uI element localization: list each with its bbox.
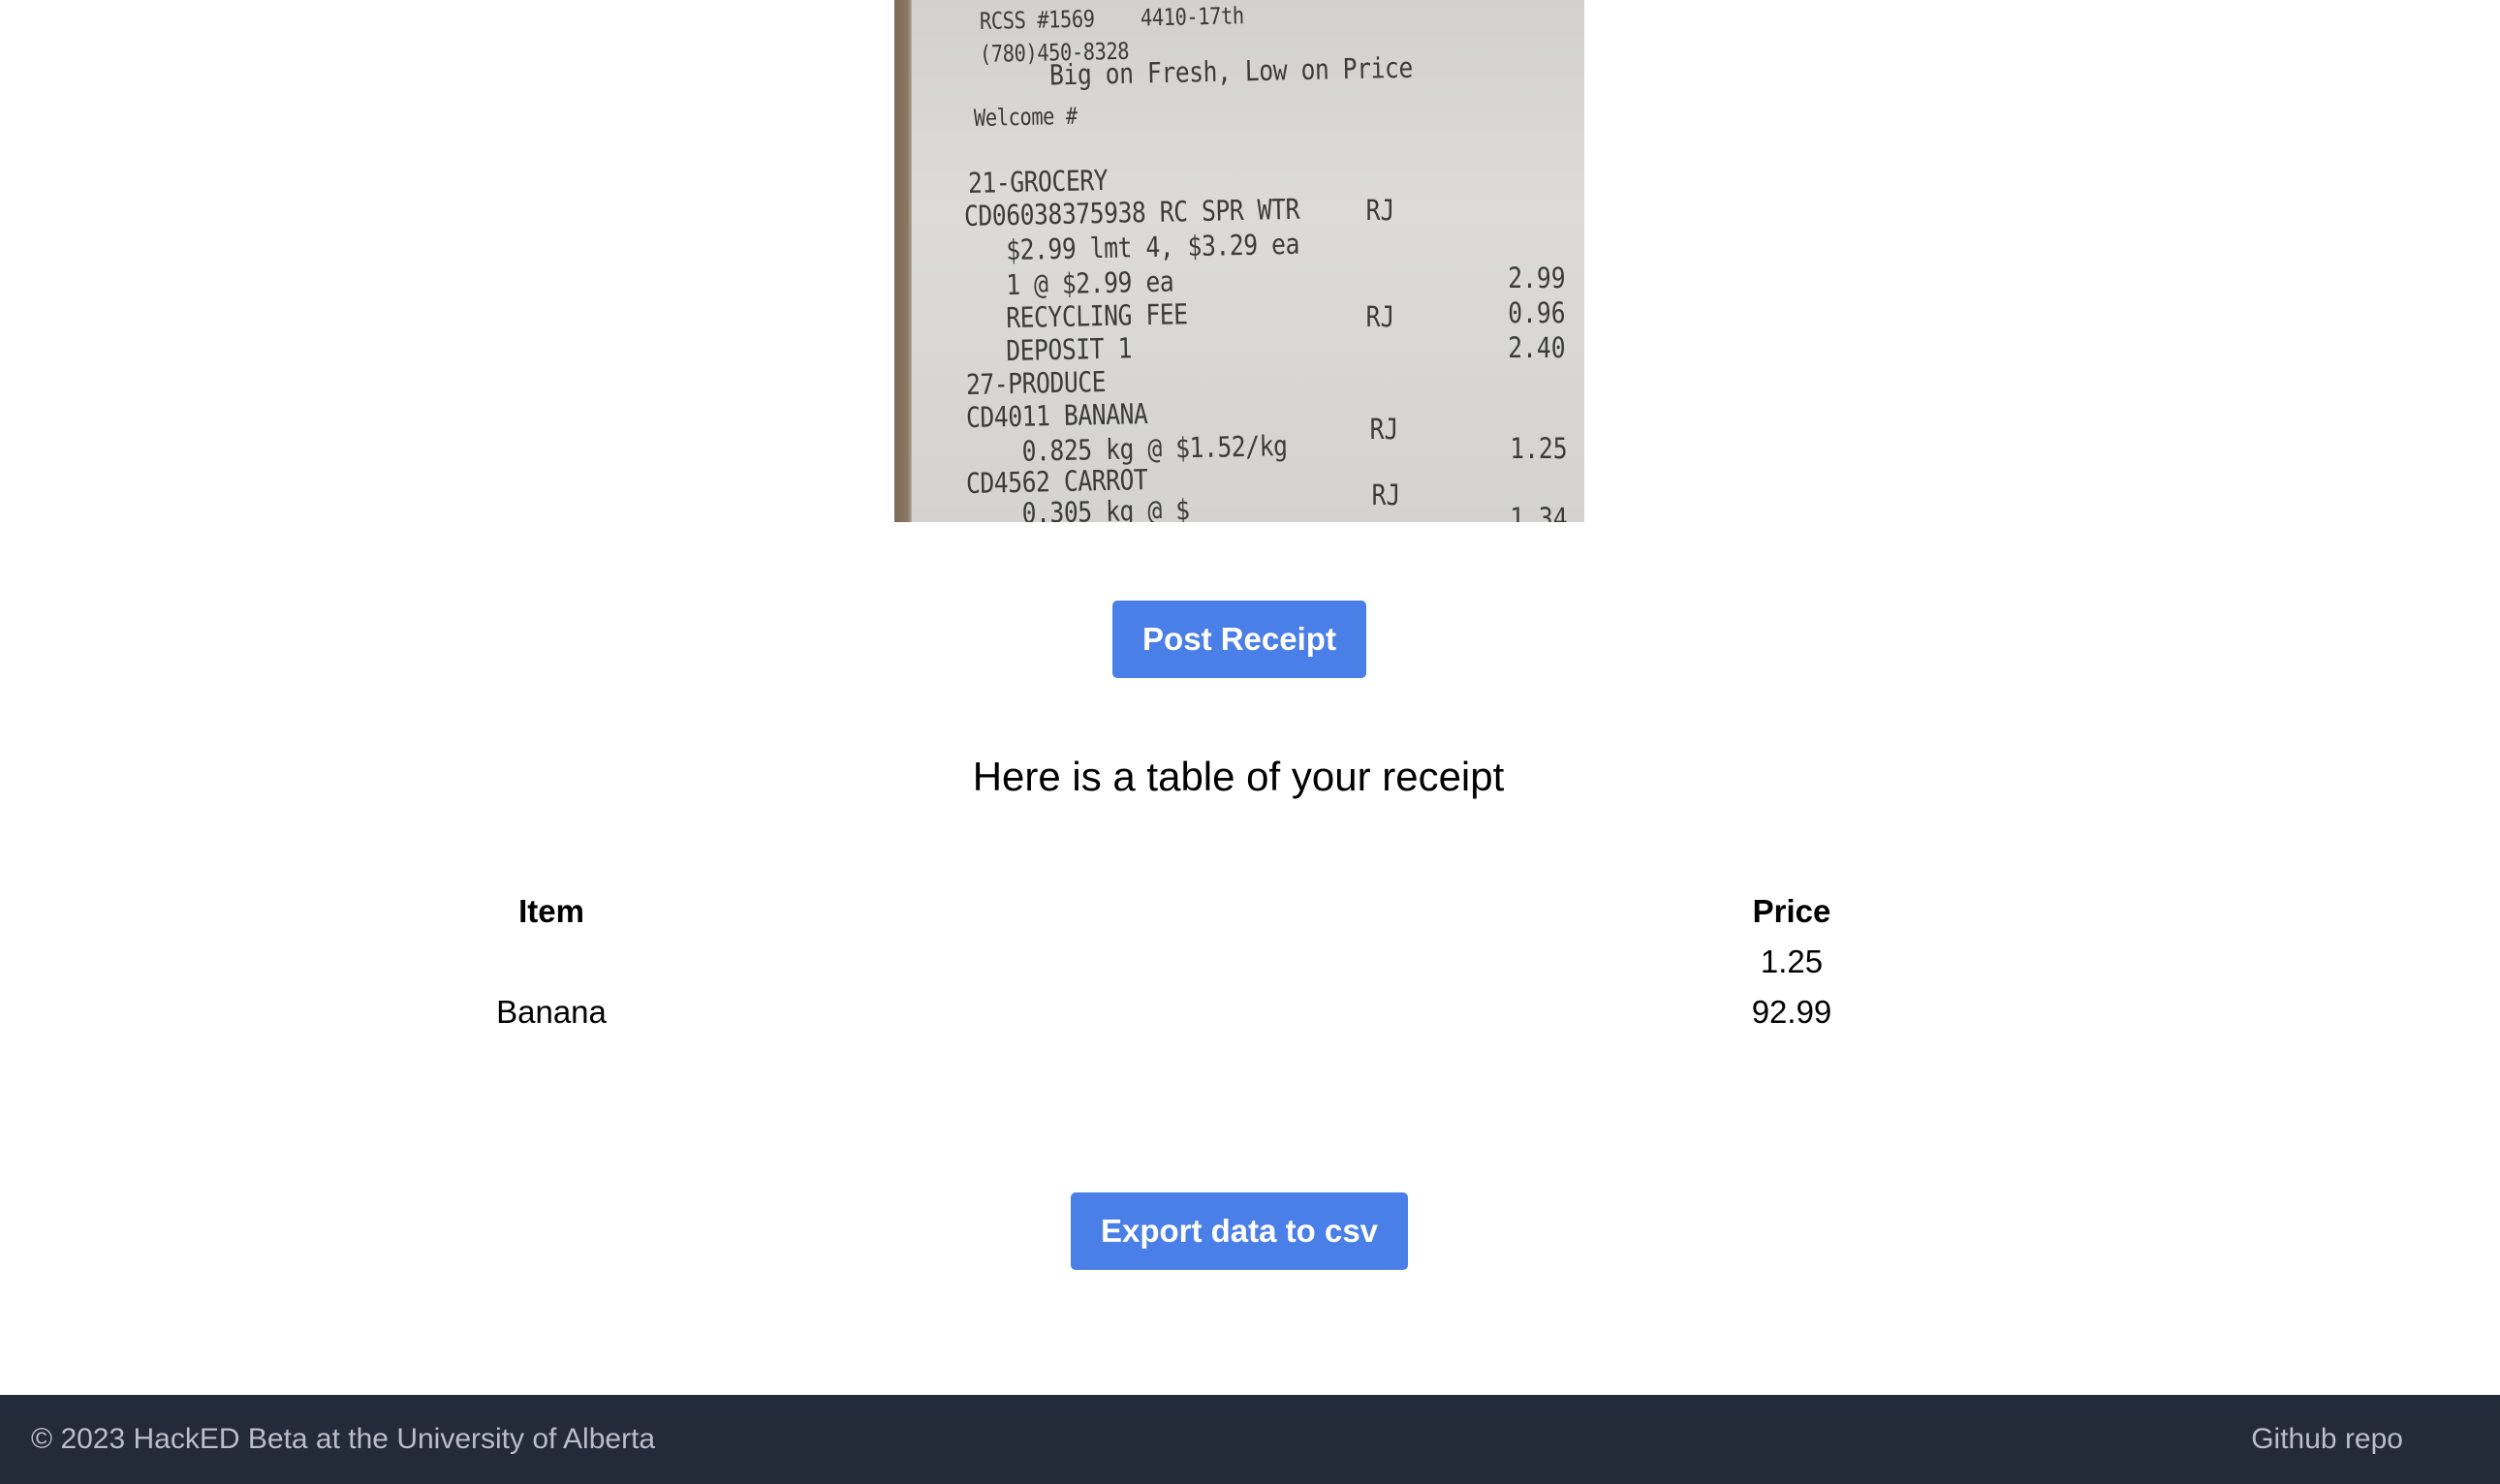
- table-row: Banana 92.99: [0, 987, 2477, 1037]
- table-header-row: Item Price: [0, 886, 2477, 937]
- receipt-line: RECYCLING FEE: [963, 297, 1188, 335]
- receipt-line: 1 @ $2.99 ea: [963, 264, 1174, 302]
- receipt-line: DEPOSIT 1: [963, 331, 1133, 368]
- footer: © 2023 HackED Beta at the University of …: [0, 1395, 2500, 1484]
- receipt-amount: 2.40: [1508, 331, 1566, 364]
- receipt-paper: RCSS #1569 4410-17th (780)450-8328 Big o…: [912, 0, 1584, 522]
- table-heading: Here is a table of your receipt: [972, 754, 1505, 799]
- table-row: 1.25: [0, 937, 2477, 987]
- receipt-line: 27-PRODUCE: [965, 364, 1107, 401]
- price-cell: 1.25: [1760, 943, 1824, 979]
- receipt-line: CD06038375938 RC SPR WTR: [963, 192, 1300, 232]
- item-column-header: Item: [518, 893, 584, 929]
- receipt-amount: 1.34: [1510, 502, 1568, 522]
- receipt-amount: 0.96: [1508, 296, 1566, 329]
- receipt-line: CD4011 BANANA: [965, 397, 1148, 434]
- receipt-flag: RJ: [1365, 194, 1395, 227]
- receipt-line: RCSS #1569 4410-17th: [979, 2, 1244, 35]
- receipt-flag: RJ: [1369, 413, 1399, 446]
- receipt-line: 21-GROCERY: [967, 163, 1109, 200]
- receipt-image: RCSS #1569 4410-17th (780)450-8328 Big o…: [894, 0, 1584, 522]
- receipt-amount: 1.25: [1510, 432, 1568, 465]
- price-column-header: Price: [1752, 893, 1831, 929]
- receipt-amount: 2.99: [1508, 262, 1566, 294]
- export-csv-button[interactable]: Export data to csv: [1071, 1192, 1408, 1270]
- price-cell: 92.99: [1751, 994, 1832, 1030]
- receipt-flag: RJ: [1371, 479, 1401, 511]
- receipt-line: 0.305 kg @ $: [965, 493, 1190, 522]
- receipt-flag: RJ: [1365, 300, 1395, 333]
- github-repo-link[interactable]: Github repo: [2251, 1395, 2403, 1484]
- receipt-line: $2.99 lmt 4, $3.29 ea: [963, 227, 1300, 267]
- post-receipt-button[interactable]: Post Receipt: [1112, 601, 1366, 678]
- receipt-line: Welcome #: [973, 102, 1078, 132]
- item-cell: Banana: [496, 994, 607, 1030]
- copyright-text: © 2023 HackED Beta at the University of …: [31, 1423, 656, 1455]
